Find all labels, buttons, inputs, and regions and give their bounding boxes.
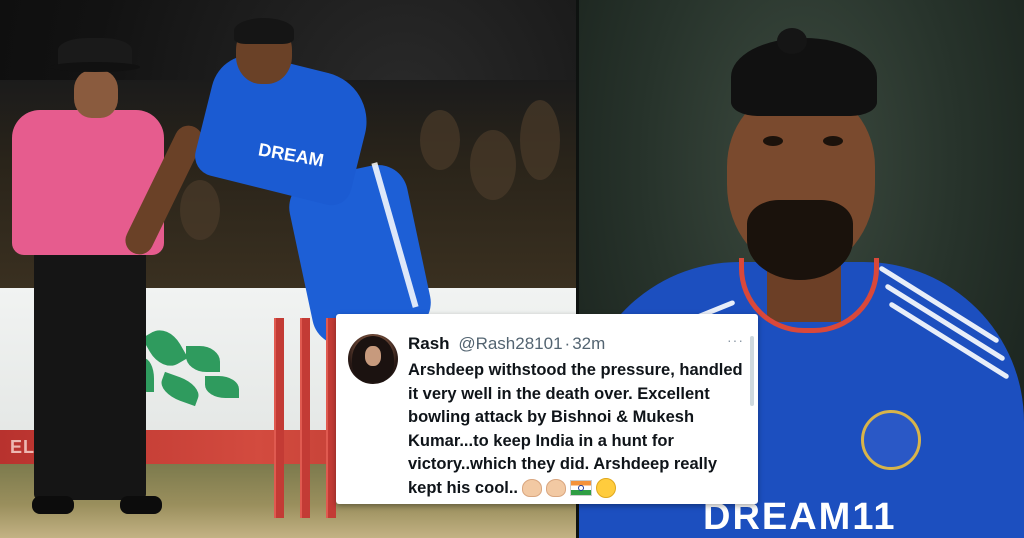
tweet-card[interactable]: Rash @Rash28101 · 32m ··· Arshdeep withsto… <box>336 314 758 504</box>
stump-3 <box>326 318 336 518</box>
india-flag-icon <box>570 480 593 497</box>
bowler-patka <box>234 18 294 44</box>
umpire-shoe-left <box>32 496 74 514</box>
tweet-header: Rash @Rash28101 · 32m <box>408 334 605 354</box>
display-name[interactable]: Rash <box>408 334 450 353</box>
user-handle[interactable]: @Rash28101 <box>458 334 562 353</box>
user-avatar[interactable] <box>348 334 398 384</box>
clapping-hands-icon <box>546 479 567 498</box>
player-patka <box>731 38 877 116</box>
umpire-shoe-right <box>120 496 162 514</box>
tweet-text-content: Arshdeep withstood the pressure, handled… <box>408 361 743 497</box>
stump-1 <box>274 318 284 518</box>
more-options-icon[interactable]: ··· <box>727 332 744 348</box>
party-face-icon <box>596 478 617 499</box>
umpire-hat-brim <box>50 62 140 72</box>
tweet-text: Arshdeep withstood the pressure, handled… <box>408 359 746 500</box>
umpire-trousers <box>34 250 146 500</box>
player-eye-right <box>823 136 843 146</box>
player-beard <box>747 200 853 280</box>
scrollbar[interactable] <box>750 336 754 406</box>
player-eye-left <box>763 136 783 146</box>
patka-knot <box>777 28 807 54</box>
timestamp[interactable]: 32m <box>572 334 605 353</box>
composite-image: ELAURE DREAM <box>0 0 1024 538</box>
umpire-face <box>74 70 118 118</box>
bcci-badge-icon <box>861 410 921 470</box>
stump-2 <box>300 318 310 518</box>
separator: · <box>564 334 571 353</box>
clapping-hands-icon <box>522 479 543 498</box>
